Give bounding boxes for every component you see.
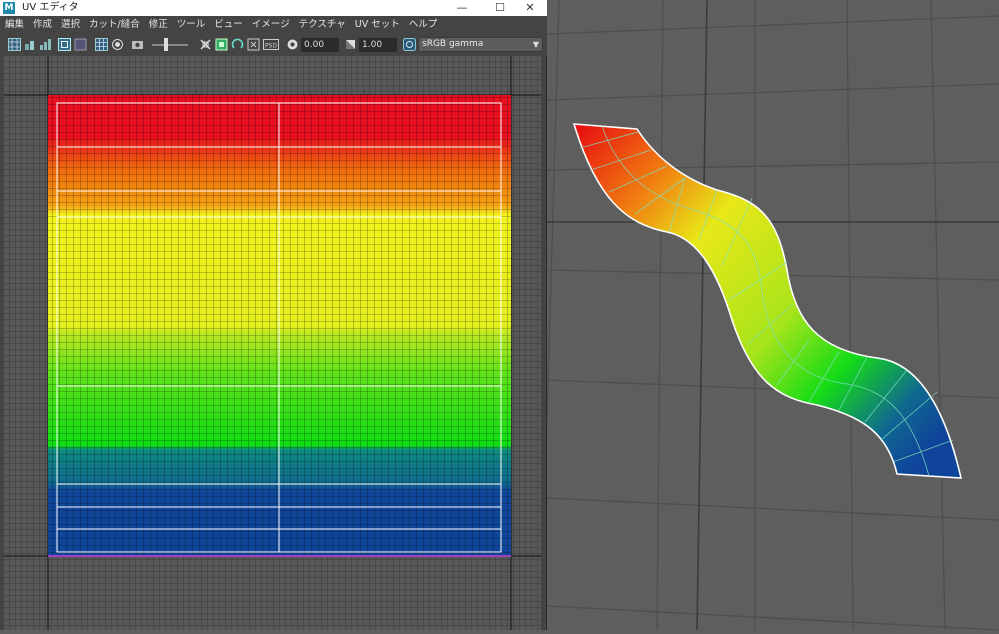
frame-icon[interactable] xyxy=(58,38,71,51)
brightness-slider-handle[interactable] xyxy=(164,38,168,51)
ribbon-mesh[interactable] xyxy=(572,123,963,479)
menu-image[interactable]: イメージ xyxy=(247,16,294,34)
uv-editor-window: M UV エディタ — ☐ ✕ 編集 作成 選択 カット/縫合 修正 ツール ビ… xyxy=(0,0,547,630)
brightness-slider-track[interactable] xyxy=(152,44,188,46)
menu-help[interactable]: ヘルプ xyxy=(404,16,442,34)
menu-create[interactable]: 作成 xyxy=(28,16,56,34)
maximize-button[interactable]: ☐ xyxy=(483,0,517,16)
gamma-icon[interactable] xyxy=(344,38,357,51)
color-space-select[interactable]: sRGB gamma ▼ xyxy=(418,37,543,52)
display-image-icon[interactable] xyxy=(111,38,124,51)
texture-borders-icon[interactable] xyxy=(231,38,244,51)
title-bar[interactable]: M UV エディタ — ☐ ✕ xyxy=(0,0,547,16)
menu-textures[interactable]: テクスチャ xyxy=(294,16,350,34)
minimize-button[interactable]: — xyxy=(445,0,479,16)
color-space-value: sRGB gamma xyxy=(422,39,484,49)
menu-cut-sew[interactable]: カット/縫合 xyxy=(84,16,144,34)
menu-bar: 編集 作成 選択 カット/縫合 修正 ツール ビュー イメージ テクスチャ UV… xyxy=(0,16,547,34)
distortion-icon[interactable] xyxy=(247,38,260,51)
exposure-icon[interactable] xyxy=(286,38,299,51)
maya-logo-icon: M xyxy=(3,2,15,14)
psd-icon[interactable]: PSD xyxy=(263,38,279,51)
uv-grid-icon[interactable] xyxy=(8,38,21,51)
gamma-field[interactable]: 1.00 xyxy=(359,38,397,52)
uv-canvas[interactable] xyxy=(4,56,541,630)
chevron-down-icon: ▼ xyxy=(532,40,539,49)
uv-canvas-svg xyxy=(4,56,541,630)
menu-modify[interactable]: 修正 xyxy=(144,16,172,34)
grid-toggle-icon[interactable] xyxy=(95,38,108,51)
exposure-field[interactable]: 0.00 xyxy=(301,38,339,52)
snapshot-icon[interactable] xyxy=(131,38,144,51)
perspective-viewport[interactable] xyxy=(547,0,999,630)
view-transform-icon[interactable] xyxy=(403,38,416,51)
image-filter-icon[interactable] xyxy=(215,38,228,51)
window-title: UV エディタ xyxy=(22,2,79,13)
viewport-svg xyxy=(547,0,999,630)
menu-uv-sets[interactable]: UV セット xyxy=(350,16,404,34)
stats-icon[interactable] xyxy=(39,38,52,51)
svg-text:PSD: PSD xyxy=(265,43,277,50)
menu-edit[interactable]: 編集 xyxy=(0,16,28,34)
dim-image-icon[interactable] xyxy=(199,38,212,51)
close-button[interactable]: ✕ xyxy=(513,0,547,16)
menu-select[interactable]: 選択 xyxy=(56,16,84,34)
menu-view[interactable]: ビュー xyxy=(209,16,247,34)
checker-icon[interactable] xyxy=(24,38,37,51)
shaded-icon[interactable] xyxy=(74,38,87,51)
menu-tools[interactable]: ツール xyxy=(172,16,210,34)
